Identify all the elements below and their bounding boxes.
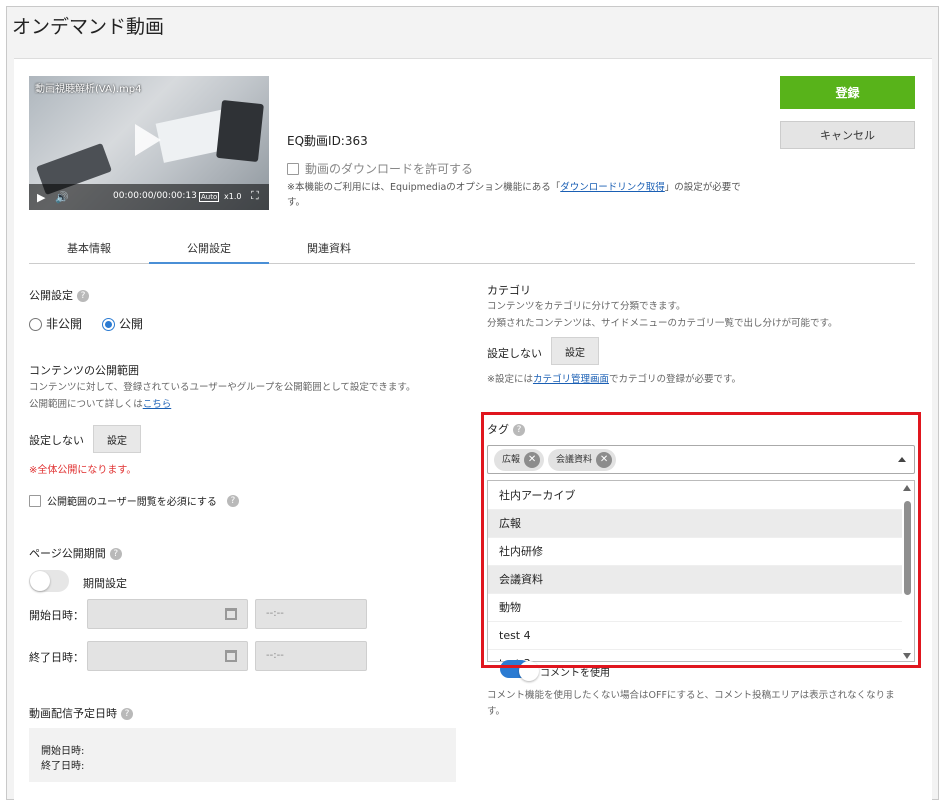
- playback-speed[interactable]: x1.0: [224, 192, 241, 201]
- scope-desc1: コンテンツに対して、登録されているユーザーやグループを公開範囲として設定できます…: [29, 382, 416, 393]
- cancel-button[interactable]: キャンセル: [780, 121, 915, 149]
- category-heading: カテゴリ: [487, 284, 531, 297]
- scope-details-link[interactable]: こちら: [143, 399, 172, 410]
- category-note: ※設定にはカテゴリ管理画面でカテゴリの登録が必要です。: [487, 372, 741, 388]
- tab-basic-info[interactable]: 基本情報: [29, 240, 149, 256]
- category-admin-link[interactable]: カテゴリ管理画面: [533, 374, 609, 385]
- start-date-label: 開始日時：: [29, 609, 84, 622]
- public-label: 公開: [119, 317, 144, 331]
- schedule-start: 開始日時:: [41, 746, 85, 757]
- period-toggle-label: 期間設定: [83, 577, 127, 590]
- caption-auto-icon[interactable]: Auto: [199, 192, 220, 202]
- publish-radio-public[interactable]: 公開: [102, 315, 143, 332]
- radio-public-icon[interactable]: [102, 318, 115, 331]
- page-title: オンデマンド動画: [12, 16, 165, 38]
- help-icon[interactable]: ?: [121, 708, 133, 720]
- period-toggle[interactable]: [29, 570, 69, 592]
- start-time-input[interactable]: --:--: [255, 599, 367, 629]
- volume-icon[interactable]: 🔊: [55, 191, 69, 204]
- publish-heading-text: 公開設定: [29, 289, 73, 302]
- schedule-heading: 動画配信予定日時?: [29, 705, 133, 721]
- radio-private-icon[interactable]: [29, 318, 42, 331]
- end-time-input[interactable]: --:--: [255, 641, 367, 671]
- scope-set-button[interactable]: 設定: [93, 425, 141, 453]
- download-note-pre: ※本機能のご利用には、Equipmediaのオプション機能にある「: [287, 182, 561, 193]
- help-icon[interactable]: ?: [77, 290, 89, 302]
- start-date-input[interactable]: [87, 599, 248, 629]
- download-permit-label: 動画のダウンロードを許可する: [305, 162, 474, 176]
- video-controls: ▶ 🔊 00:00:00/00:00:13 Auto x1.0 ⛶: [29, 184, 269, 210]
- schedule-box: 開始日時: 終了日時:: [29, 728, 456, 782]
- period-heading: ページ公開期間?: [29, 545, 122, 561]
- public-warning: ※全体公開になります。: [29, 465, 137, 476]
- tab-related-docs[interactable]: 関連資料: [269, 240, 389, 256]
- comment-desc: コメント機能を使用したくない場合はOFFにすると、コメント投稿エリアは表示されな…: [487, 690, 895, 717]
- help-icon[interactable]: ?: [109, 548, 122, 560]
- category-desc2: 分類されたコンテンツは、サイドメニューのカテゴリ一覧で出し分けが可能です。: [487, 318, 838, 329]
- scope-required-row[interactable]: 公開範囲のユーザー閲覧を必須にする ?: [29, 493, 239, 508]
- calendar-icon[interactable]: [225, 650, 237, 662]
- download-checkbox[interactable]: [287, 162, 299, 175]
- publish-radio-private[interactable]: 非公開: [29, 315, 82, 332]
- category-set-button[interactable]: 設定: [551, 337, 599, 365]
- eq-video-id: EQ動画ID:363: [287, 134, 368, 148]
- tab-publish-settings[interactable]: 公開設定: [149, 240, 269, 264]
- period-heading-text: ページ公開期間: [29, 547, 106, 560]
- video-time: 00:00:00/00:00:13: [113, 191, 197, 201]
- settings-tabs: 基本情報 公開設定 関連資料: [29, 234, 915, 264]
- publish-heading: 公開設定?: [29, 287, 89, 303]
- register-button[interactable]: 登録: [780, 76, 915, 109]
- private-label: 非公開: [46, 317, 83, 331]
- category-note-post: でカテゴリの登録が必要です。: [608, 374, 742, 385]
- scope-status: 設定しない: [29, 434, 84, 447]
- calendar-icon[interactable]: [225, 608, 237, 620]
- scope-desc2-pre: 公開範囲について詳しくは: [29, 399, 143, 410]
- category-note-pre: ※設定には: [487, 374, 533, 385]
- video-scene-tablet: [216, 99, 264, 163]
- download-note: ※本機能のご利用には、Equipmediaのオプション機能にある「ダウンロードリ…: [287, 180, 757, 210]
- scope-desc2: 公開範囲について詳しくはこちら: [29, 397, 171, 413]
- download-link-setting-link[interactable]: ダウンロードリンク取得: [560, 182, 665, 193]
- category-desc1: コンテンツをカテゴリに分けて分類できます。: [487, 301, 686, 312]
- end-date-label: 終了日時：: [29, 651, 84, 664]
- scope-required-label: 公開範囲のユーザー閲覧を必須にする: [47, 497, 217, 508]
- schedule-end: 終了日時:: [41, 761, 85, 772]
- scope-required-checkbox[interactable]: [29, 494, 41, 507]
- scope-heading: コンテンツの公開範囲: [29, 364, 139, 377]
- download-permit-row[interactable]: 動画のダウンロードを許可する: [287, 160, 473, 177]
- video-player[interactable]: 動画視聴解析(VA).mp4 ▶ 🔊 00:00:00/00:00:13 Aut…: [29, 76, 269, 210]
- play-icon[interactable]: [135, 124, 161, 156]
- end-date-input[interactable]: [87, 641, 248, 671]
- schedule-heading-text: 動画配信予定日時: [29, 707, 117, 720]
- video-filename: 動画視聴解析(VA).mp4: [35, 84, 142, 95]
- help-icon[interactable]: ?: [226, 494, 239, 507]
- highlight-box: [481, 412, 921, 668]
- play-small-icon[interactable]: ▶: [37, 191, 45, 204]
- fullscreen-icon[interactable]: ⛶: [251, 189, 259, 203]
- category-status: 設定しない: [487, 347, 542, 360]
